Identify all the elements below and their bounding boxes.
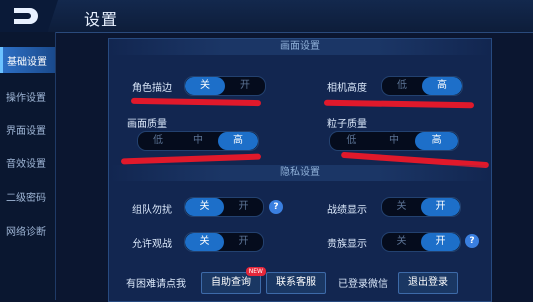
- toggle-option-low[interactable]: 低: [382, 77, 422, 95]
- image-quality-selector[interactable]: 低 中 高: [137, 131, 259, 151]
- camera-height-label: 相机高度: [327, 83, 367, 94]
- toggle-option-mid[interactable]: 中: [178, 132, 218, 150]
- question-icon[interactable]: ?: [465, 234, 479, 248]
- page-title: 设置: [84, 10, 119, 29]
- toggle-option-low[interactable]: 低: [330, 132, 373, 150]
- toggle-option-high[interactable]: 高: [415, 132, 458, 150]
- toggle-option-off[interactable]: 关: [185, 233, 224, 251]
- battle-display-toggle[interactable]: 关 开: [381, 197, 461, 217]
- graphics-section-title: 画面设置: [109, 39, 491, 55]
- logout-button[interactable]: 退出登录: [398, 272, 458, 294]
- battle-display-label: 战绩显示: [327, 205, 367, 216]
- toggle-option-high[interactable]: 高: [422, 77, 462, 95]
- toggle-option-on[interactable]: 开: [421, 198, 460, 216]
- highlight-underline: [323, 99, 475, 109]
- sidebar-item-operation[interactable]: 操作设置: [0, 83, 55, 109]
- top-bar: 设置: [0, 0, 533, 33]
- toggle-option-mid[interactable]: 中: [373, 132, 416, 150]
- back-button[interactable]: [0, 0, 58, 32]
- sidebar-item-basic[interactable]: 基础设置: [0, 47, 55, 73]
- allow-spectate-toggle[interactable]: 关 开: [184, 232, 264, 252]
- toggle-option-off[interactable]: 关: [185, 198, 224, 216]
- noble-display-toggle[interactable]: 关 开: [381, 232, 461, 252]
- camera-height-toggle[interactable]: 低 高: [381, 76, 463, 96]
- image-quality-label: 画面质量: [127, 119, 167, 130]
- wechat-status: 已登录微信: [338, 279, 388, 290]
- toggle-option-high[interactable]: 高: [218, 132, 258, 150]
- sidebar: 基础设置 操作设置 界面设置 音效设置 二级密码 网络诊断: [0, 32, 56, 300]
- allow-spectate-label: 允许观战: [132, 239, 172, 250]
- char-outline-toggle[interactable]: 关 开: [184, 76, 266, 96]
- contact-support-button[interactable]: 联系客服: [266, 272, 326, 294]
- privacy-section-title: 隐私设置: [109, 165, 491, 181]
- settings-panel: 画面设置 角色描边 关 开 相机高度 低 高 画面质量 低 中 高 粒子质量 低…: [108, 38, 492, 302]
- toggle-option-on[interactable]: 开: [421, 233, 460, 251]
- team-dnd-toggle[interactable]: 关 开: [184, 197, 264, 217]
- new-badge: NEW: [245, 267, 266, 276]
- particle-quality-selector[interactable]: 低 中 高: [329, 131, 459, 151]
- question-icon[interactable]: ?: [269, 200, 283, 214]
- toggle-option-off[interactable]: 关: [382, 198, 421, 216]
- team-dnd-label: 组队勿扰: [132, 205, 172, 216]
- particle-quality-label: 粒子质量: [327, 119, 367, 130]
- sidebar-item-network[interactable]: 网络诊断: [0, 217, 55, 243]
- sidebar-item-interface[interactable]: 界面设置: [0, 116, 55, 142]
- noble-display-label: 贵族显示: [327, 239, 367, 250]
- toggle-option-on[interactable]: 开: [225, 77, 265, 95]
- sidebar-item-sound[interactable]: 音效设置: [0, 149, 55, 175]
- sidebar-item-password[interactable]: 二级密码: [0, 183, 55, 209]
- char-outline-label: 角色描边: [132, 83, 172, 94]
- footer-bar: 有困难请点我 自助查询 NEW 联系客服 已登录微信 退出登录: [108, 267, 490, 300]
- highlight-underline: [130, 97, 262, 107]
- d-logo-icon: [14, 8, 38, 24]
- help-text: 有困难请点我: [126, 279, 186, 290]
- self-query-label: 自助查询: [211, 277, 251, 288]
- toggle-option-on[interactable]: 开: [224, 198, 263, 216]
- self-query-button[interactable]: 自助查询 NEW: [201, 267, 266, 294]
- toggle-option-off[interactable]: 关: [185, 77, 225, 95]
- toggle-option-off[interactable]: 关: [382, 233, 421, 251]
- highlight-underline: [120, 153, 262, 165]
- toggle-option-on[interactable]: 开: [224, 233, 263, 251]
- toggle-option-low[interactable]: 低: [138, 132, 178, 150]
